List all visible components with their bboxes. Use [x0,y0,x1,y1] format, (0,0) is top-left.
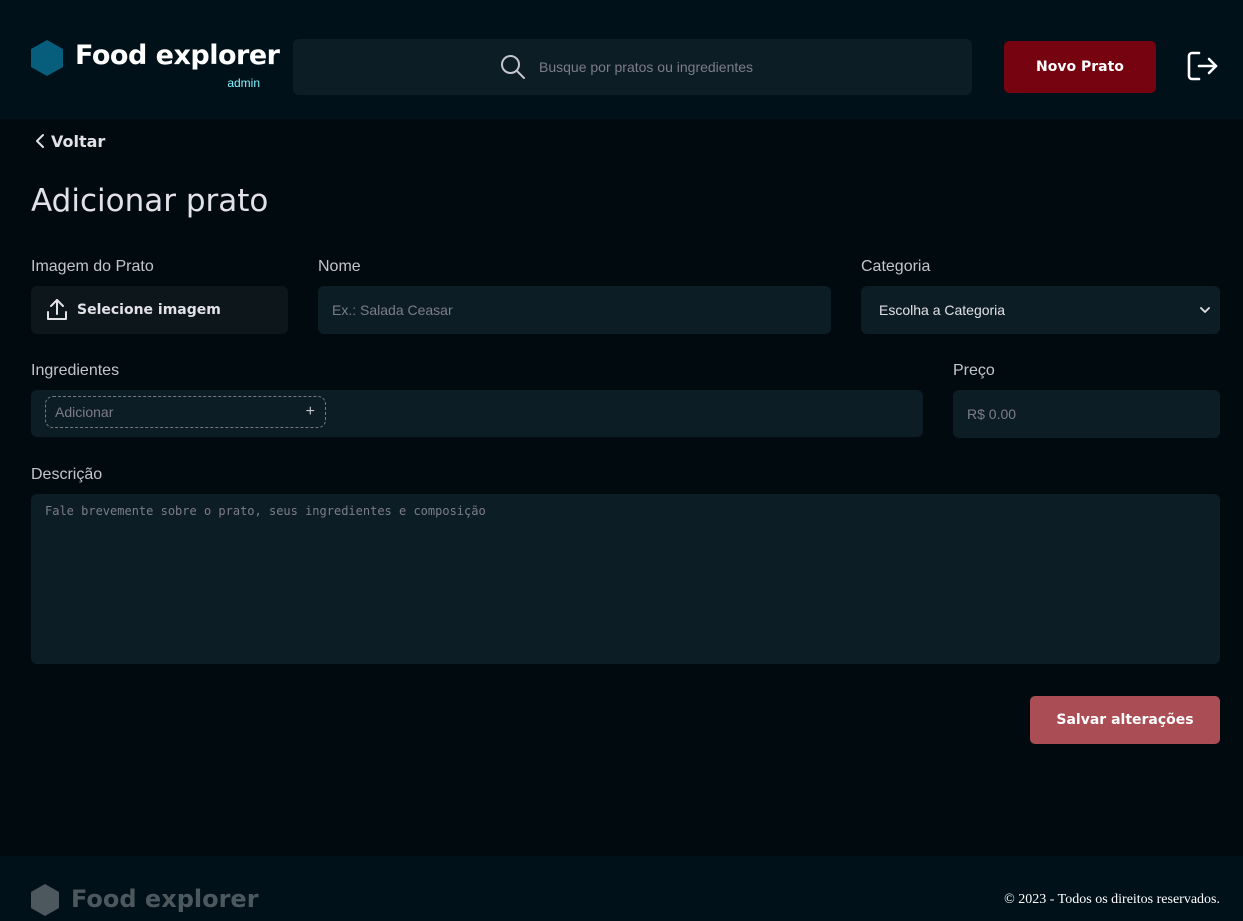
name-field[interactable] [318,286,831,334]
category-select[interactable]: Escolha a Categoria [861,286,1220,334]
price-label: Preço [953,362,995,379]
admin-badge: admin [227,76,260,90]
chevron-down-icon [1200,307,1210,313]
price-field[interactable] [953,390,1220,438]
page-title: Adicionar prato [31,183,269,219]
ingredients-label: Ingredientes [31,362,120,379]
logout-icon[interactable] [1186,50,1220,82]
search-bar[interactable] [293,39,972,95]
footer-logo-title: Food explorer [71,885,259,913]
category-label: Categoria [861,258,931,275]
footer: Food explorer © 2023 - Todos os direitos… [0,856,1243,921]
hexagon-logo-icon [31,40,63,76]
add-ingredient-input[interactable]: Adicionar [55,404,113,420]
ingredients-box: Adicionar + [31,390,923,437]
hexagon-logo-icon [31,884,59,916]
upload-label: Selecione imagem [77,302,221,318]
upload-image-button[interactable]: Selecione imagem [31,286,288,334]
category-selected: Escolha a Categoria [879,302,1006,318]
add-ingredient-tag[interactable]: Adicionar + [45,396,326,428]
name-label: Nome [318,258,361,275]
description-label: Descrição [31,466,103,483]
logo[interactable]: Food explorer admin [31,38,280,94]
save-button[interactable]: Salvar alterações [1030,696,1220,744]
chevron-left-icon [36,134,44,148]
upload-icon [47,299,67,320]
image-label: Imagem do Prato [31,258,154,275]
search-input[interactable] [539,56,939,78]
search-icon[interactable] [500,54,526,80]
description-field[interactable] [31,494,1220,664]
plus-icon[interactable]: + [306,403,315,421]
header: Food explorer admin Novo Prato [0,0,1243,119]
back-link[interactable]: Voltar [33,128,105,154]
logo-title: Food explorer [75,40,280,71]
back-label: Voltar [51,131,106,151]
new-dish-button[interactable]: Novo Prato [1004,41,1156,93]
copyright-text: © 2023 - Todos os direitos reservados. [1004,892,1220,907]
